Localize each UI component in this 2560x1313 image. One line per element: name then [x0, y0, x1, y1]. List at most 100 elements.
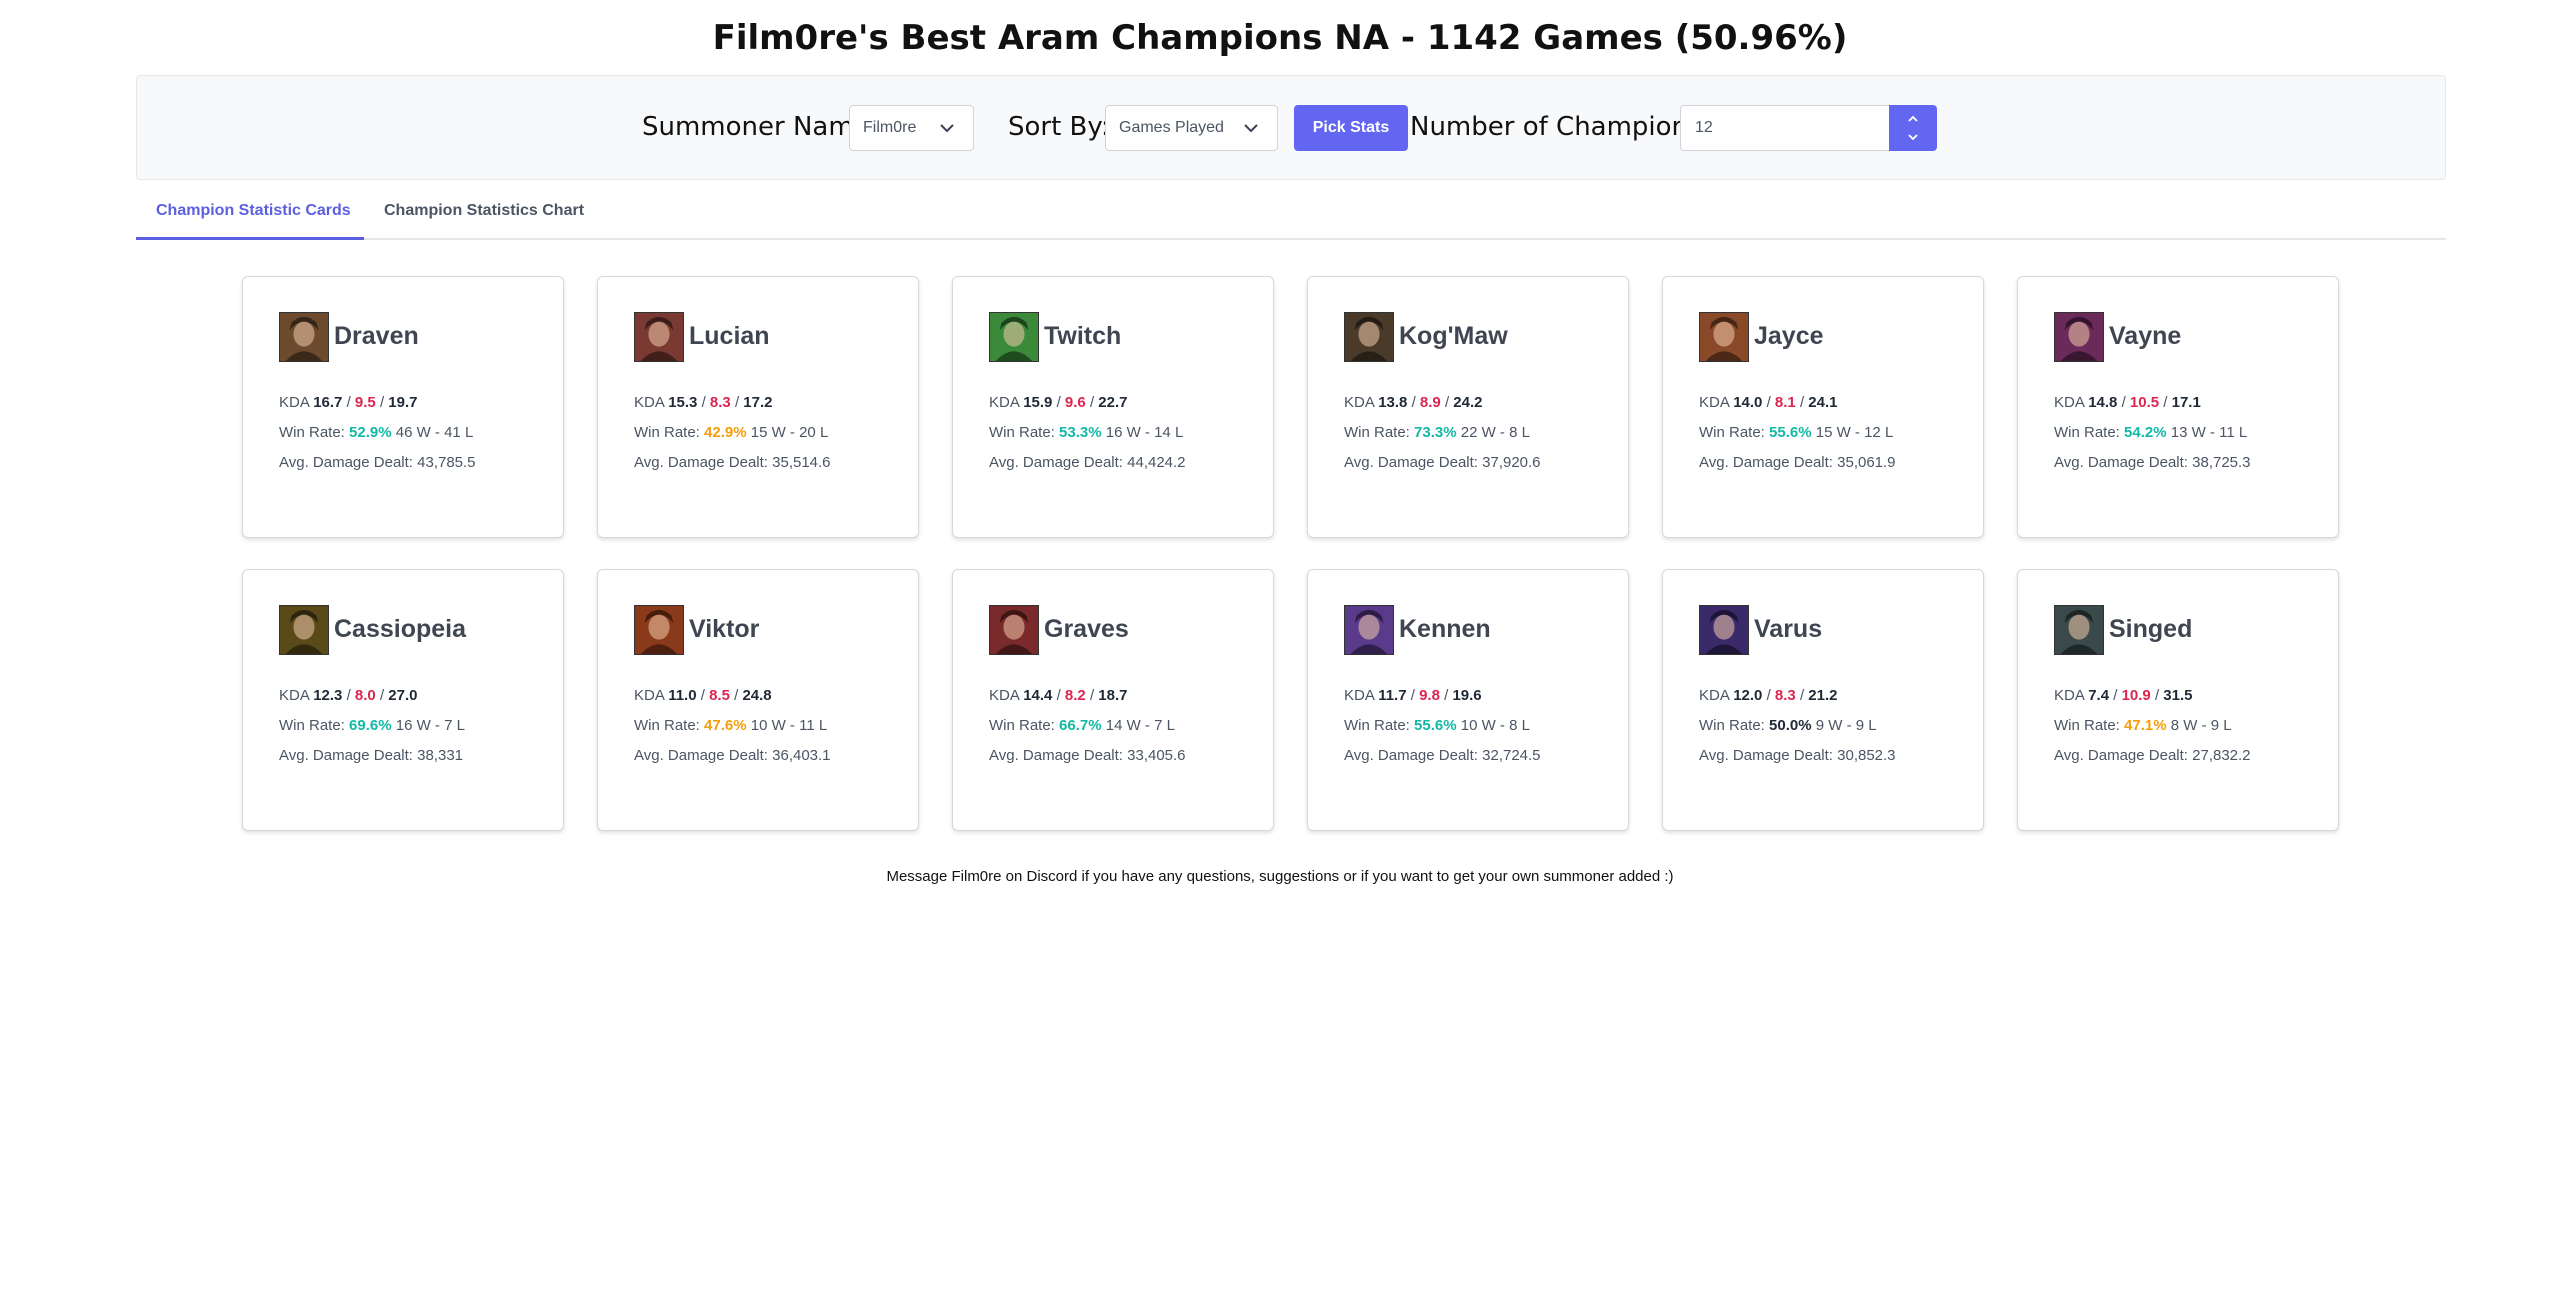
kills-value: 15.3 [668, 394, 698, 411]
tab-label: Champion Statistic Cards [156, 202, 351, 219]
sort-by-label: Sort By: [1008, 112, 1110, 142]
champion-card: Graves KDA 14.4 / 8.2 / 18.7 Win Rate: 66.… [952, 569, 1274, 831]
win-rate-line: Win Rate: 53.3% 16 W - 14 L [989, 424, 1183, 441]
deaths-value: 8.3 [1774, 687, 1796, 704]
assists-value: 19.7 [388, 394, 418, 411]
win-loss-record: 46 W - 41 L [395, 424, 474, 441]
kda-line: KDA 15.3 / 8.3 / 17.2 [634, 394, 772, 411]
win-loss-record: 16 W - 14 L [1105, 424, 1184, 441]
kda-label: KDA [279, 687, 310, 704]
champion-name: Kog'Maw [1399, 322, 1508, 350]
win-rate-value: 55.6% [1769, 424, 1812, 441]
separator: / [1410, 687, 1415, 704]
damage-value: 36,403.1 [772, 747, 831, 764]
damage-value: 44,424.2 [1127, 454, 1186, 471]
summoner-select-value: Film0re [863, 119, 917, 136]
kda-line: KDA 11.7 / 9.8 / 19.6 [1344, 687, 1482, 704]
deaths-value: 8.3 [709, 394, 731, 411]
separator: / [1799, 687, 1805, 704]
summoner-select[interactable]: Film0re [849, 105, 974, 151]
win-rate-line: Win Rate: 47.6% 10 W - 11 L [634, 717, 827, 734]
controls-panel [136, 75, 2446, 180]
damage-label: Avg. Damage Dealt: [1344, 454, 1478, 471]
damage-line: Avg. Damage Dealt: 43,785.5 [279, 454, 476, 471]
damage-label: Avg. Damage Dealt: [634, 454, 768, 471]
win-loss-record: 16 W - 7 L [395, 717, 465, 734]
win-rate-label: Win Rate: [279, 424, 345, 441]
damage-line: Avg. Damage Dealt: 35,061.9 [1699, 454, 1896, 471]
damage-label: Avg. Damage Dealt: [989, 454, 1123, 471]
win-rate-label: Win Rate: [279, 717, 345, 734]
separator: / [1444, 394, 1450, 411]
win-loss-record: 10 W - 11 L [750, 717, 828, 734]
chevron-up-icon[interactable] [1906, 112, 1920, 126]
kills-value: 14.0 [1733, 394, 1763, 411]
win-rate-value: 50.0% [1769, 717, 1812, 734]
kills-value: 11.7 [1378, 687, 1407, 704]
deaths-value: 8.2 [1064, 687, 1086, 704]
champion-card: Jayce KDA 14.0 / 8.1 / 24.1 Win Rate: 55.6… [1662, 276, 1984, 538]
chevron-down-icon [940, 124, 954, 133]
damage-line: Avg. Damage Dealt: 35,514.6 [634, 454, 831, 471]
kda-line: KDA 14.8 / 10.5 / 17.1 [2054, 394, 2201, 411]
kills-value: 12.3 [313, 687, 343, 704]
separator: / [1089, 687, 1095, 704]
champion-portrait-icon [279, 312, 329, 362]
tab-champion-statistics-chart[interactable]: Champion Statistics Chart [384, 200, 584, 240]
win-rate-label: Win Rate: [2054, 717, 2120, 734]
champion-name: Twitch [1044, 322, 1122, 350]
tab-champion-statistic-cards[interactable]: Champion Statistic Cards [136, 200, 364, 240]
kills-value: 11.0 [668, 687, 697, 704]
kda-label: KDA [989, 394, 1020, 411]
damage-line: Avg. Damage Dealt: 30,852.3 [1699, 747, 1896, 764]
champion-count-stepper[interactable] [1889, 105, 1937, 151]
sort-select-value: Games Played [1119, 119, 1224, 136]
deaths-value: 8.5 [709, 687, 730, 704]
damage-label: Avg. Damage Dealt: [1699, 747, 1833, 764]
champion-name: Draven [334, 322, 419, 350]
kills-value: 15.9 [1023, 394, 1053, 411]
win-rate-label: Win Rate: [989, 717, 1055, 734]
champion-portrait-icon [634, 312, 684, 362]
damage-line: Avg. Damage Dealt: 38,725.3 [2054, 454, 2251, 471]
damage-value: 38,331 [417, 747, 464, 764]
champion-name: Singed [2109, 615, 2193, 643]
separator: / [379, 394, 385, 411]
deaths-value: 9.8 [1419, 687, 1440, 704]
chevron-down-icon[interactable] [1906, 130, 1920, 144]
separator: / [734, 687, 739, 704]
damage-line: Avg. Damage Dealt: 27,832.2 [2054, 747, 2251, 764]
sort-select[interactable]: Games Played [1105, 105, 1278, 151]
damage-label: Avg. Damage Dealt: [1344, 747, 1478, 764]
kda-label: KDA [1344, 394, 1375, 411]
separator: / [1089, 394, 1095, 411]
separator: / [346, 394, 351, 411]
win-rate-value: 42.9% [704, 424, 747, 441]
kda-line: KDA 12.3 / 8.0 / 27.0 [279, 687, 417, 704]
kda-label: KDA [2054, 687, 2085, 704]
damage-line: Avg. Damage Dealt: 38,331 [279, 747, 463, 764]
pick-stats-button[interactable]: Pick Stats [1294, 105, 1408, 151]
champion-card: Lucian KDA 15.3 / 8.3 / 17.2 Win Rate: 42.… [597, 276, 919, 538]
champion-count-input[interactable]: 12 [1680, 105, 1890, 151]
assists-value: 31.5 [2163, 687, 2193, 704]
deaths-value: 8.0 [354, 687, 376, 704]
champion-card: Cassiopeia KDA 12.3 / 8.0 / 27.0 Win Rate:… [242, 569, 564, 831]
deaths-value: 8.9 [1419, 394, 1441, 411]
kda-line: KDA 14.4 / 8.2 / 18.7 [989, 687, 1127, 704]
assists-value: 22.7 [1098, 394, 1128, 411]
assists-value: 19.6 [1452, 687, 1482, 704]
assists-value: 27.0 [388, 687, 418, 704]
win-rate-label: Win Rate: [1699, 717, 1765, 734]
assists-value: 18.7 [1098, 687, 1128, 704]
damage-value: 37,920.6 [1482, 454, 1541, 471]
champion-name: Graves [1044, 615, 1129, 643]
damage-label: Avg. Damage Dealt: [1699, 454, 1833, 471]
separator: / [379, 687, 385, 704]
separator: / [1444, 687, 1449, 704]
champion-portrait-icon [2054, 312, 2104, 362]
kda-label: KDA [1344, 687, 1375, 704]
win-rate-label: Win Rate: [1344, 717, 1410, 734]
win-rate-value: 47.1% [2124, 717, 2167, 734]
deaths-value: 8.1 [1774, 394, 1796, 411]
